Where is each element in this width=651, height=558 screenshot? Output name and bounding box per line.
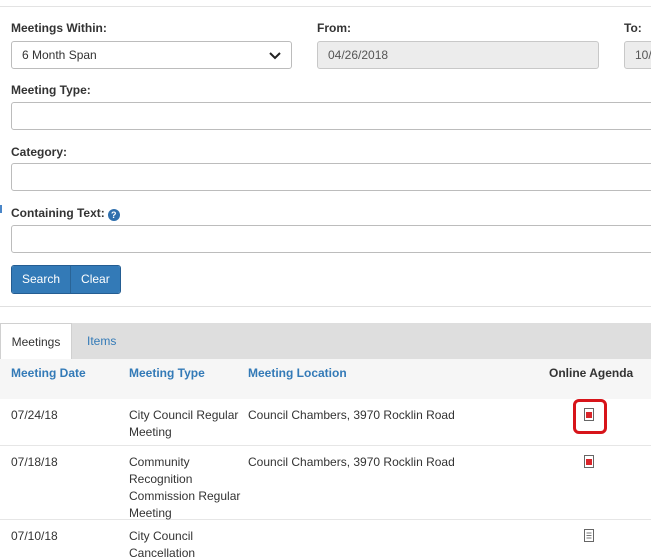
table-row: 07/10/18 City Council Cancellation Meeti… [0,520,651,558]
table-row: 07/18/18 Community Recognition Commissio… [0,446,651,520]
category-label: Category: [11,145,68,159]
to-label: To: [624,21,642,35]
tab-meetings[interactable]: Meetings [0,323,72,359]
meeting-location-cell: Council Chambers, 3970 Rocklin Road [248,408,455,422]
header-meeting-type[interactable]: Meeting Type [129,366,205,380]
meetings-within-label: Meetings Within: [11,21,107,35]
search-button[interactable]: Search [12,266,71,293]
to-date-field[interactable]: 10/ [624,41,651,69]
header-meeting-date[interactable]: Meeting Date [11,366,86,380]
clear-button[interactable]: Clear [70,266,120,293]
meeting-type-cell: City Council Regular Meeting [129,408,239,439]
meetings-within-value: 6 Month Span [22,48,97,62]
meeting-type-field[interactable] [11,102,651,130]
section-divider [0,306,651,307]
from-label: From: [317,21,351,35]
help-icon[interactable]: ? [107,209,120,221]
from-date-value: 04/26/2018 [328,48,389,62]
pdf-icon[interactable] [583,455,595,468]
to-date-value: 10/ [635,48,651,62]
meeting-location-cell: Council Chambers, 3970 Rocklin Road [248,455,455,469]
header-online-agenda: Online Agenda [549,366,634,380]
category-field[interactable] [11,163,651,191]
search-button-group: Search Clear [11,265,121,294]
meeting-date-cell: 07/10/18 [11,529,58,543]
containing-text-field[interactable] [11,225,651,253]
document-icon[interactable] [583,529,595,542]
meeting-date-cell: 07/18/18 [11,455,58,469]
left-edge-marker [0,205,2,213]
meeting-date-cell: 07/24/18 [11,408,58,422]
agenda-highlight-box [573,399,607,434]
table-row: 07/24/18 City Council Regular Meeting Co… [0,399,651,446]
meeting-type-cell: City Council Cancellation Meeting [129,529,196,558]
from-date-field[interactable]: 04/26/2018 [317,41,599,69]
containing-text-label: Containing Text: [11,206,105,220]
meetings-within-select[interactable]: 6 Month Span [11,41,292,69]
chevron-down-icon [269,52,281,60]
tab-items[interactable]: Items [87,323,116,359]
top-divider [0,6,651,7]
meeting-type-cell: Community Recognition Commission Regular… [129,455,241,520]
header-meeting-location[interactable]: Meeting Location [248,366,347,380]
meeting-type-label: Meeting Type: [11,83,91,97]
table-header: Meeting Date Meeting Type Meeting Locati… [0,359,651,399]
tab-bar: Meetings Items [0,323,651,359]
containing-text-label-group: Containing Text:? [11,206,120,221]
